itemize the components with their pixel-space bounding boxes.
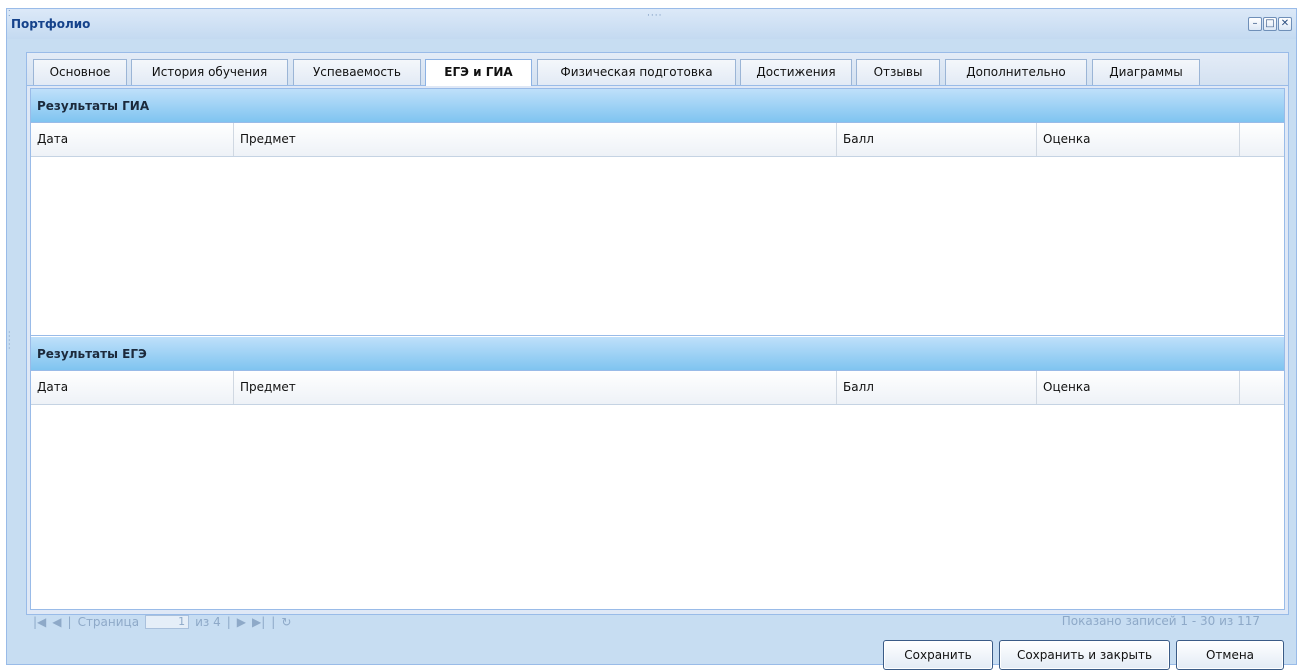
ege-section-title: Результаты ЕГЭ <box>37 347 147 361</box>
paging-separator: | <box>67 615 72 629</box>
portfolio-window: ⁚ Портфолио ···· – □ ✕ · · · · · Основное Ис… <box>6 8 1297 670</box>
first-page-icon[interactable]: |◀ <box>33 615 46 629</box>
ege-grid-header: Дата Предмет Балл Оценка <box>31 371 1284 405</box>
gia-grid-body[interactable] <box>31 157 1284 336</box>
paging-separator: | <box>226 615 231 629</box>
minimize-icon[interactable]: – <box>1248 17 1262 31</box>
refresh-icon[interactable]: ↻ <box>281 615 291 629</box>
tab-dopolnitelno[interactable]: Дополнительно <box>945 59 1087 85</box>
page-label: Страница <box>77 615 140 629</box>
ege-col-date[interactable]: Дата <box>31 371 234 404</box>
ege-col-spacer <box>1240 371 1284 404</box>
ege-col-grade[interactable]: Оценка <box>1037 371 1240 404</box>
save-button[interactable]: Сохранить <box>883 640 993 670</box>
save-and-close-button[interactable]: Сохранить и закрыть <box>999 640 1170 670</box>
gia-section-header[interactable]: Результаты ГИА <box>31 89 1284 123</box>
window-tools: – □ ✕ <box>1248 17 1292 31</box>
gia-grid-header: Дата Предмет Балл Оценка <box>31 123 1284 157</box>
resize-grip-left-icon[interactable]: · · · · · <box>8 329 11 353</box>
tab-fizicheskaya-podgotovka[interactable]: Физическая подготовка <box>537 59 736 85</box>
tab-osnovnoe[interactable]: Основное <box>33 59 127 85</box>
ege-col-subject[interactable]: Предмет <box>234 371 837 404</box>
paging-separator: | <box>271 615 276 629</box>
next-page-icon[interactable]: ▶ <box>237 615 246 629</box>
gia-col-spacer <box>1240 123 1284 156</box>
paging-toolbar: |◀ ◀ | Страница 1 из 4 | ▶ ▶| | ↻ <box>33 614 291 630</box>
gia-col-subject[interactable]: Предмет <box>234 123 837 156</box>
tab-panel: Основное История обучения Успеваемость Е… <box>26 52 1289 615</box>
records-shown-text: Показано записей 1 - 30 из 117 <box>1061 614 1260 628</box>
last-page-icon[interactable]: ▶| <box>252 615 265 629</box>
prev-page-icon[interactable]: ◀ <box>52 615 61 629</box>
window-titlebar[interactable]: ⁚ Портфолио ···· – □ ✕ <box>7 9 1296 39</box>
ege-col-score[interactable]: Балл <box>837 371 1037 404</box>
maximize-icon[interactable]: □ <box>1263 17 1277 31</box>
tab-otzyvy[interactable]: Отзывы <box>856 59 940 85</box>
tab-strip: Основное История обучения Успеваемость Е… <box>27 53 1288 86</box>
gia-col-grade[interactable]: Оценка <box>1037 123 1240 156</box>
ege-grid-body[interactable] <box>31 405 1284 609</box>
page-of-label: из 4 <box>195 615 221 629</box>
cancel-button[interactable]: Отмена <box>1176 640 1284 670</box>
tab-content-ege-gia: Результаты ГИА Дата Предмет Балл Оценка … <box>30 88 1285 610</box>
tab-ege-i-gia[interactable]: ЕГЭ и ГИА <box>425 59 532 86</box>
tab-istoriya-obucheniya[interactable]: История обучения <box>131 59 288 85</box>
resize-grip-top-icon[interactable]: ···· <box>647 11 662 21</box>
ege-section-header[interactable]: Результаты ЕГЭ <box>31 337 1284 371</box>
close-icon[interactable]: ✕ <box>1278 17 1292 31</box>
gia-col-date[interactable]: Дата <box>31 123 234 156</box>
window-title: Портфолио <box>11 17 91 31</box>
tab-diagrammy[interactable]: Диаграммы <box>1092 59 1200 85</box>
tab-dostizheniya[interactable]: Достижения <box>740 59 852 85</box>
page-number-input[interactable]: 1 <box>145 615 190 629</box>
tab-uspevaemost[interactable]: Успеваемость <box>293 59 421 85</box>
gia-section-title: Результаты ГИА <box>37 99 150 113</box>
gia-col-score[interactable]: Балл <box>837 123 1037 156</box>
